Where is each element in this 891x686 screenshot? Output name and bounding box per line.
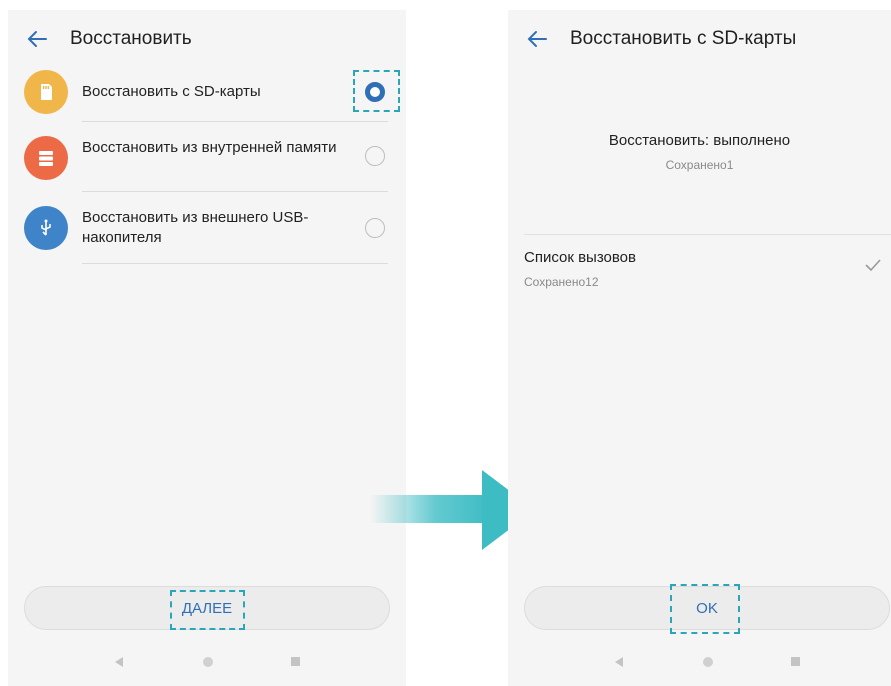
app-bar: Восстановить с SD-карты bbox=[508, 10, 891, 70]
divider bbox=[82, 191, 388, 192]
radio-unselected[interactable] bbox=[365, 146, 385, 166]
option-label: Восстановить из внутренней памяти bbox=[82, 139, 337, 156]
check-icon bbox=[865, 259, 881, 272]
nav-home-icon[interactable] bbox=[203, 657, 213, 667]
page-title: Восстановить с SD-карты bbox=[570, 28, 797, 49]
navigation-bar bbox=[508, 638, 891, 686]
list-item-title: Список вызовов bbox=[524, 249, 636, 266]
sd-card-icon bbox=[24, 70, 68, 114]
option-restore-sd[interactable]: Восстановить с SD-карты bbox=[8, 66, 406, 136]
restore-status-title: Восстановить: выполнено bbox=[608, 132, 791, 149]
nav-back-icon[interactable] bbox=[115, 657, 123, 667]
page-title: Восстановить bbox=[70, 28, 192, 49]
left-phone-screen: Восстановить Восстановить с SD-карты Вос… bbox=[8, 10, 406, 686]
navigation-bar bbox=[8, 638, 406, 686]
right-phone-screen: Восстановить с SD-карты Восстановить: вы… bbox=[508, 10, 891, 686]
nav-recent-icon[interactable] bbox=[291, 657, 300, 666]
highlight-marker bbox=[170, 590, 245, 630]
option-label: Восстановить с SD-карты bbox=[82, 83, 261, 100]
restore-status-subtitle: Сохранено1 bbox=[665, 158, 734, 172]
usb-icon bbox=[24, 206, 68, 250]
storage-icon bbox=[24, 136, 68, 180]
back-arrow-icon[interactable] bbox=[524, 26, 550, 52]
divider bbox=[82, 121, 388, 122]
divider bbox=[524, 234, 891, 235]
back-arrow-icon[interactable] bbox=[24, 26, 50, 52]
nav-home-icon[interactable] bbox=[703, 657, 713, 667]
highlight-marker bbox=[670, 584, 740, 634]
list-item-subtitle: Сохранено12 bbox=[524, 275, 599, 289]
radio-unselected[interactable] bbox=[365, 218, 385, 238]
highlight-marker bbox=[353, 70, 400, 112]
option-restore-internal[interactable]: Восстановить из внутренней памяти bbox=[8, 136, 406, 198]
option-label: Восстановить из внешнего USB-накопителя bbox=[82, 209, 309, 246]
nav-recent-icon[interactable] bbox=[791, 657, 800, 666]
app-bar: Восстановить bbox=[8, 10, 406, 70]
nav-back-icon[interactable] bbox=[615, 657, 623, 667]
divider bbox=[82, 263, 388, 264]
option-restore-usb[interactable]: Восстановить из внешнего USB-накопителя bbox=[8, 198, 406, 268]
